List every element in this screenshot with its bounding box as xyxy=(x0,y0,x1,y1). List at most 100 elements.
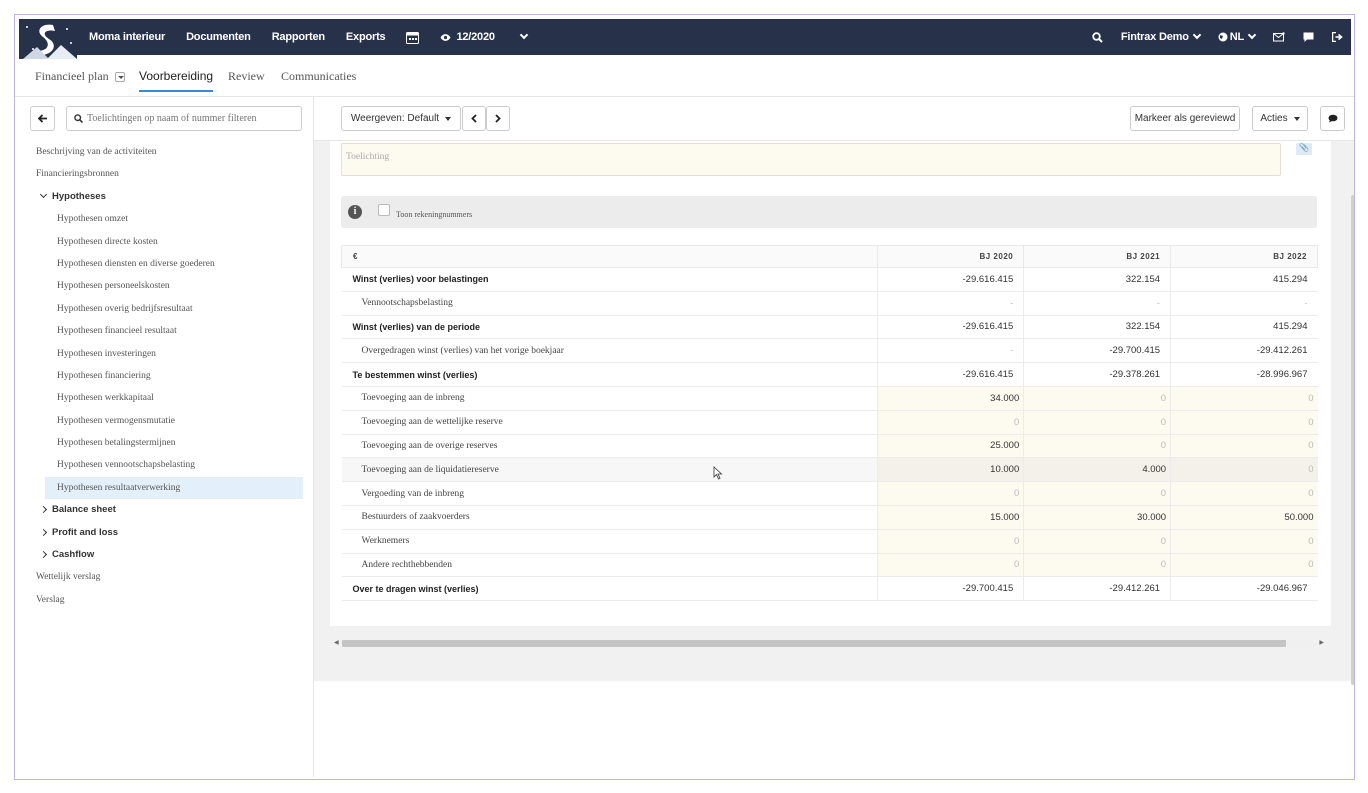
logout-icon[interactable] xyxy=(1332,32,1343,42)
back-button[interactable] xyxy=(30,106,55,131)
nav-company[interactable]: Moma interieur xyxy=(89,31,165,43)
top-navbar: Moma interieur Documenten Rapporten Expo… xyxy=(19,19,1351,59)
sidebar-item-activities[interactable]: Beschrijving van de activiteiten xyxy=(19,141,314,163)
sidebar-item-hyp-equity-mutation[interactable]: Hypothesen vermogensmutatie xyxy=(19,410,314,432)
editable-cell[interactable]: 15.000 xyxy=(877,504,1024,530)
editable-cell[interactable]: 0 xyxy=(1170,481,1318,506)
horizontal-scrollbar[interactable]: ◀ ▶ xyxy=(334,638,1324,648)
sidebar-item-legal-report[interactable]: Wettelijk verslag xyxy=(19,566,314,588)
nav-exports[interactable]: Exports xyxy=(346,31,386,43)
editable-cell[interactable]: 0 xyxy=(877,528,1024,554)
comment-icon xyxy=(1328,114,1337,123)
sidebar-item-report[interactable]: Verslag xyxy=(19,589,314,611)
editable-cell[interactable]: 0 xyxy=(1170,409,1318,435)
sidebar-item-balance-sheet[interactable]: Balance sheet xyxy=(19,499,314,521)
sidebar-item-cashflow[interactable]: Cashflow xyxy=(19,544,314,566)
calendar-icon[interactable] xyxy=(406,31,420,44)
sidebar-item-hyp-corporate-tax[interactable]: Hypothesen vennootschapsbelasting xyxy=(19,454,314,476)
editable-cell[interactable]: 0 xyxy=(1023,552,1171,578)
period-selector[interactable]: 12/2020 xyxy=(440,31,495,43)
caret-down-icon xyxy=(1293,116,1300,121)
comments-button[interactable] xyxy=(1320,106,1345,131)
sidebar-item-profit-loss[interactable]: Profit and loss xyxy=(19,522,314,544)
chevron-down-icon xyxy=(1247,30,1257,40)
view-dropdown[interactable]: Weergeven: Default xyxy=(341,106,461,131)
note-textarea[interactable]: Toelichting xyxy=(341,143,1281,176)
nav-reports[interactable]: Rapporten xyxy=(272,31,325,43)
tab-financial-plan[interactable]: Financieel plan xyxy=(35,69,125,84)
tab-communications[interactable]: Communicaties xyxy=(281,69,356,84)
tab-preparation[interactable]: Voorbereiding xyxy=(139,69,214,92)
nav-documents[interactable]: Documenten xyxy=(186,31,251,43)
editable-cell[interactable]: 0 xyxy=(877,409,1024,435)
editable-cell[interactable]: 0 xyxy=(877,481,1024,506)
scroll-left-icon[interactable]: ◀ xyxy=(334,639,339,646)
row-label: Bestuurders of zaakvoerders xyxy=(341,504,878,530)
vertical-scrollbar[interactable] xyxy=(1351,195,1354,685)
chat-icon[interactable] xyxy=(1303,32,1314,43)
cell-value: -29.616.415 xyxy=(877,314,1024,340)
show-account-numbers-checkbox[interactable] xyxy=(378,204,390,216)
cell-value: -29.412.261 xyxy=(1023,576,1171,602)
sidebar-item-hyp-financial-result[interactable]: Hypothesen financieel resultaat xyxy=(19,320,314,342)
table-row: Toevoeging aan de liquidatiereserve 10.0… xyxy=(341,457,1318,483)
notes-tree: Beschrijving van de activiteiten Financi… xyxy=(19,141,314,611)
sidebar-item-hyp-investments[interactable]: Hypothesen investeringen xyxy=(19,343,314,365)
next-button[interactable] xyxy=(486,106,510,131)
sidebar-item-hyp-other-operating[interactable]: Hypothesen overig bedrijfsresultaat xyxy=(19,298,314,320)
sidebar-item-hyp-working-capital[interactable]: Hypothesen werkkapitaal xyxy=(19,387,314,409)
sidebar-item-financing-sources[interactable]: Financieringsbronnen xyxy=(19,163,314,185)
filter-input[interactable] xyxy=(87,113,297,124)
sidebar-item-hyp-payment-terms[interactable]: Hypothesen betalingstermijnen xyxy=(19,432,314,454)
editable-cell[interactable]: 0 xyxy=(1023,481,1171,506)
sub-tabs: Financieel plan Voorbereiding Review Com… xyxy=(15,59,1354,97)
prev-button[interactable] xyxy=(462,106,486,131)
sidebar-item-hyp-services[interactable]: Hypothesen diensten en diverse goederen xyxy=(19,253,314,275)
profit-appropriation-table: € BJ 2020 BJ 2021 BJ 2022 Winst (verlies… xyxy=(340,245,1318,602)
editable-cell[interactable]: 0 xyxy=(1023,528,1171,554)
editable-cell[interactable]: 30.000 xyxy=(1023,504,1171,530)
editable-cell[interactable]: 10.000 xyxy=(877,457,1024,483)
editable-cell[interactable]: 0 xyxy=(1023,433,1171,459)
sidebar-item-hyp-financing[interactable]: Hypothesen financiering xyxy=(19,365,314,387)
row-label: Toevoeging aan de wettelijke reserve xyxy=(341,409,878,435)
editable-cell[interactable]: 25.000 xyxy=(877,433,1024,459)
editable-cell[interactable]: 0 xyxy=(1023,385,1171,411)
row-label: Toevoeging aan de overige reserves xyxy=(341,433,878,459)
row-label: Winst (verlies) van de periode xyxy=(341,314,878,340)
editable-cell[interactable]: 34.000 xyxy=(877,385,1024,411)
mark-reviewed-button[interactable]: Markeer als gereviewd xyxy=(1130,106,1240,131)
period-chevron-down-icon[interactable] xyxy=(516,30,529,40)
sidebar-item-hyp-revenue[interactable]: Hypothesen omzet xyxy=(19,208,314,230)
editable-cell[interactable]: 0 xyxy=(1170,433,1318,459)
tab-review[interactable]: Review xyxy=(228,69,265,84)
editable-cell[interactable]: 0 xyxy=(1170,385,1318,411)
sidebar-item-hypotheses[interactable]: Hypotheses xyxy=(19,186,314,208)
view-dropdown-label: Weergeven: Default xyxy=(350,113,440,124)
sidebar-item-hyp-direct-costs[interactable]: Hypothesen directe kosten xyxy=(19,231,314,253)
mail-icon[interactable] xyxy=(1273,32,1285,42)
user-menu[interactable]: Fintrax Demo xyxy=(1121,30,1201,43)
editable-cell[interactable]: 50.000 xyxy=(1170,504,1318,530)
scroll-thumb[interactable] xyxy=(342,640,1286,647)
main-content: Weergeven: Default Markeer als gereviewd… xyxy=(314,97,1354,777)
editable-cell[interactable]: 4.000 xyxy=(1023,457,1171,483)
cell-value: - xyxy=(877,290,1024,316)
editable-cell[interactable]: 0 xyxy=(1170,528,1318,554)
editable-cell[interactable]: 0 xyxy=(1023,409,1171,435)
editable-cell[interactable]: 0 xyxy=(1170,552,1318,578)
filter-field[interactable] xyxy=(66,106,302,131)
editable-cell[interactable]: 0 xyxy=(877,552,1024,578)
sidebar-item-hyp-personnel[interactable]: Hypothesen personeelskosten xyxy=(19,275,314,297)
paperclip-icon[interactable]: 📎 xyxy=(1296,143,1312,155)
search-icon[interactable] xyxy=(1092,31,1103,43)
app-logo[interactable] xyxy=(19,19,77,59)
dropdown-icon[interactable] xyxy=(114,72,125,83)
actions-dropdown[interactable]: Acties xyxy=(1252,106,1308,131)
scroll-right-icon[interactable]: ▶ xyxy=(1319,639,1324,646)
app-window: Moma interieur Documenten Rapporten Expo… xyxy=(14,14,1355,780)
language-menu[interactable]: NL xyxy=(1218,30,1257,43)
cell-value: - xyxy=(1170,290,1318,316)
sidebar-item-hyp-profit-appropriation[interactable]: Hypothesen resultaatverwerking xyxy=(45,476,303,500)
editable-cell[interactable]: 0 xyxy=(1170,457,1318,483)
